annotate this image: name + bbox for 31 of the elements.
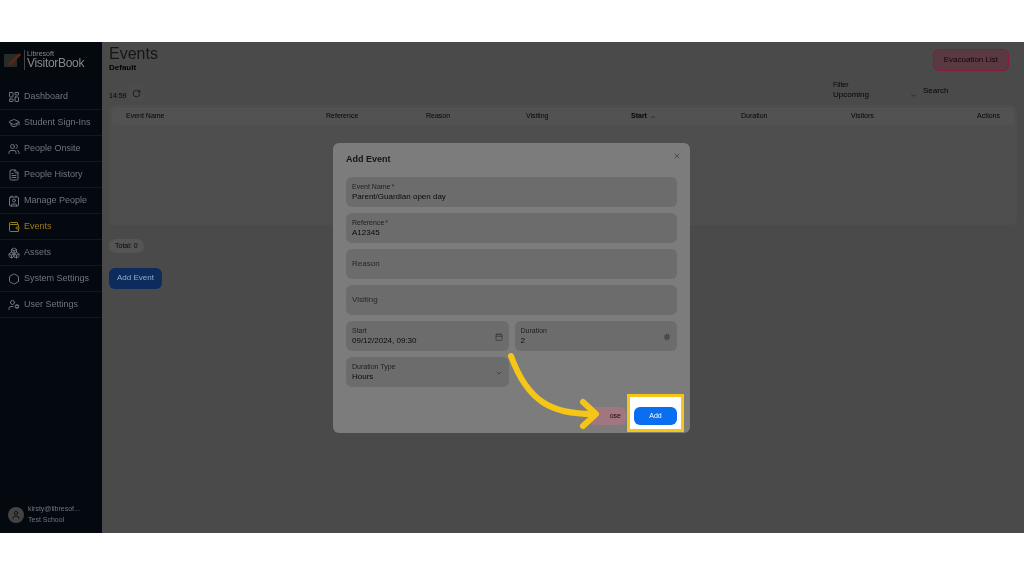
field-label: Visiting bbox=[352, 294, 378, 306]
avatar-icon bbox=[8, 506, 24, 523]
input-field[interactable]: Visiting bbox=[346, 285, 677, 315]
sort-icon bbox=[649, 113, 656, 120]
chevron-down-icon bbox=[494, 369, 503, 377]
field-label: Reason bbox=[352, 258, 380, 270]
wallet-icon bbox=[8, 220, 20, 233]
field-value: Hours bbox=[352, 370, 374, 383]
graduation-cap-icon bbox=[8, 116, 20, 129]
field-value: A12345 bbox=[352, 226, 380, 239]
close-icon[interactable] bbox=[673, 152, 681, 160]
hexagon-icon bbox=[8, 272, 20, 285]
refresh-icon bbox=[132, 88, 142, 98]
dashboard-icon bbox=[8, 90, 20, 103]
add-event-button[interactable]: Add Event bbox=[109, 267, 162, 289]
page-subtitle: Default bbox=[109, 63, 138, 73]
chevron-down-icon bbox=[910, 92, 917, 99]
dialog-title: Add Event bbox=[346, 153, 391, 167]
field-value: 09/12/2024, 09:30 bbox=[352, 334, 417, 347]
document-icon bbox=[8, 168, 20, 181]
user-gear-icon bbox=[8, 298, 20, 311]
boxes-icon bbox=[8, 246, 20, 259]
contact-card-icon bbox=[8, 194, 20, 207]
input-field[interactable]: Reason bbox=[346, 249, 677, 279]
brand-name: VisitorBook bbox=[27, 57, 85, 70]
number-icon bbox=[663, 333, 671, 341]
people-icon bbox=[8, 142, 20, 155]
field-value: 2 bbox=[520, 334, 525, 347]
calendar-icon bbox=[494, 333, 503, 341]
field-value: Parent/Guardian open day bbox=[352, 190, 446, 203]
logo-icon bbox=[2, 50, 22, 70]
